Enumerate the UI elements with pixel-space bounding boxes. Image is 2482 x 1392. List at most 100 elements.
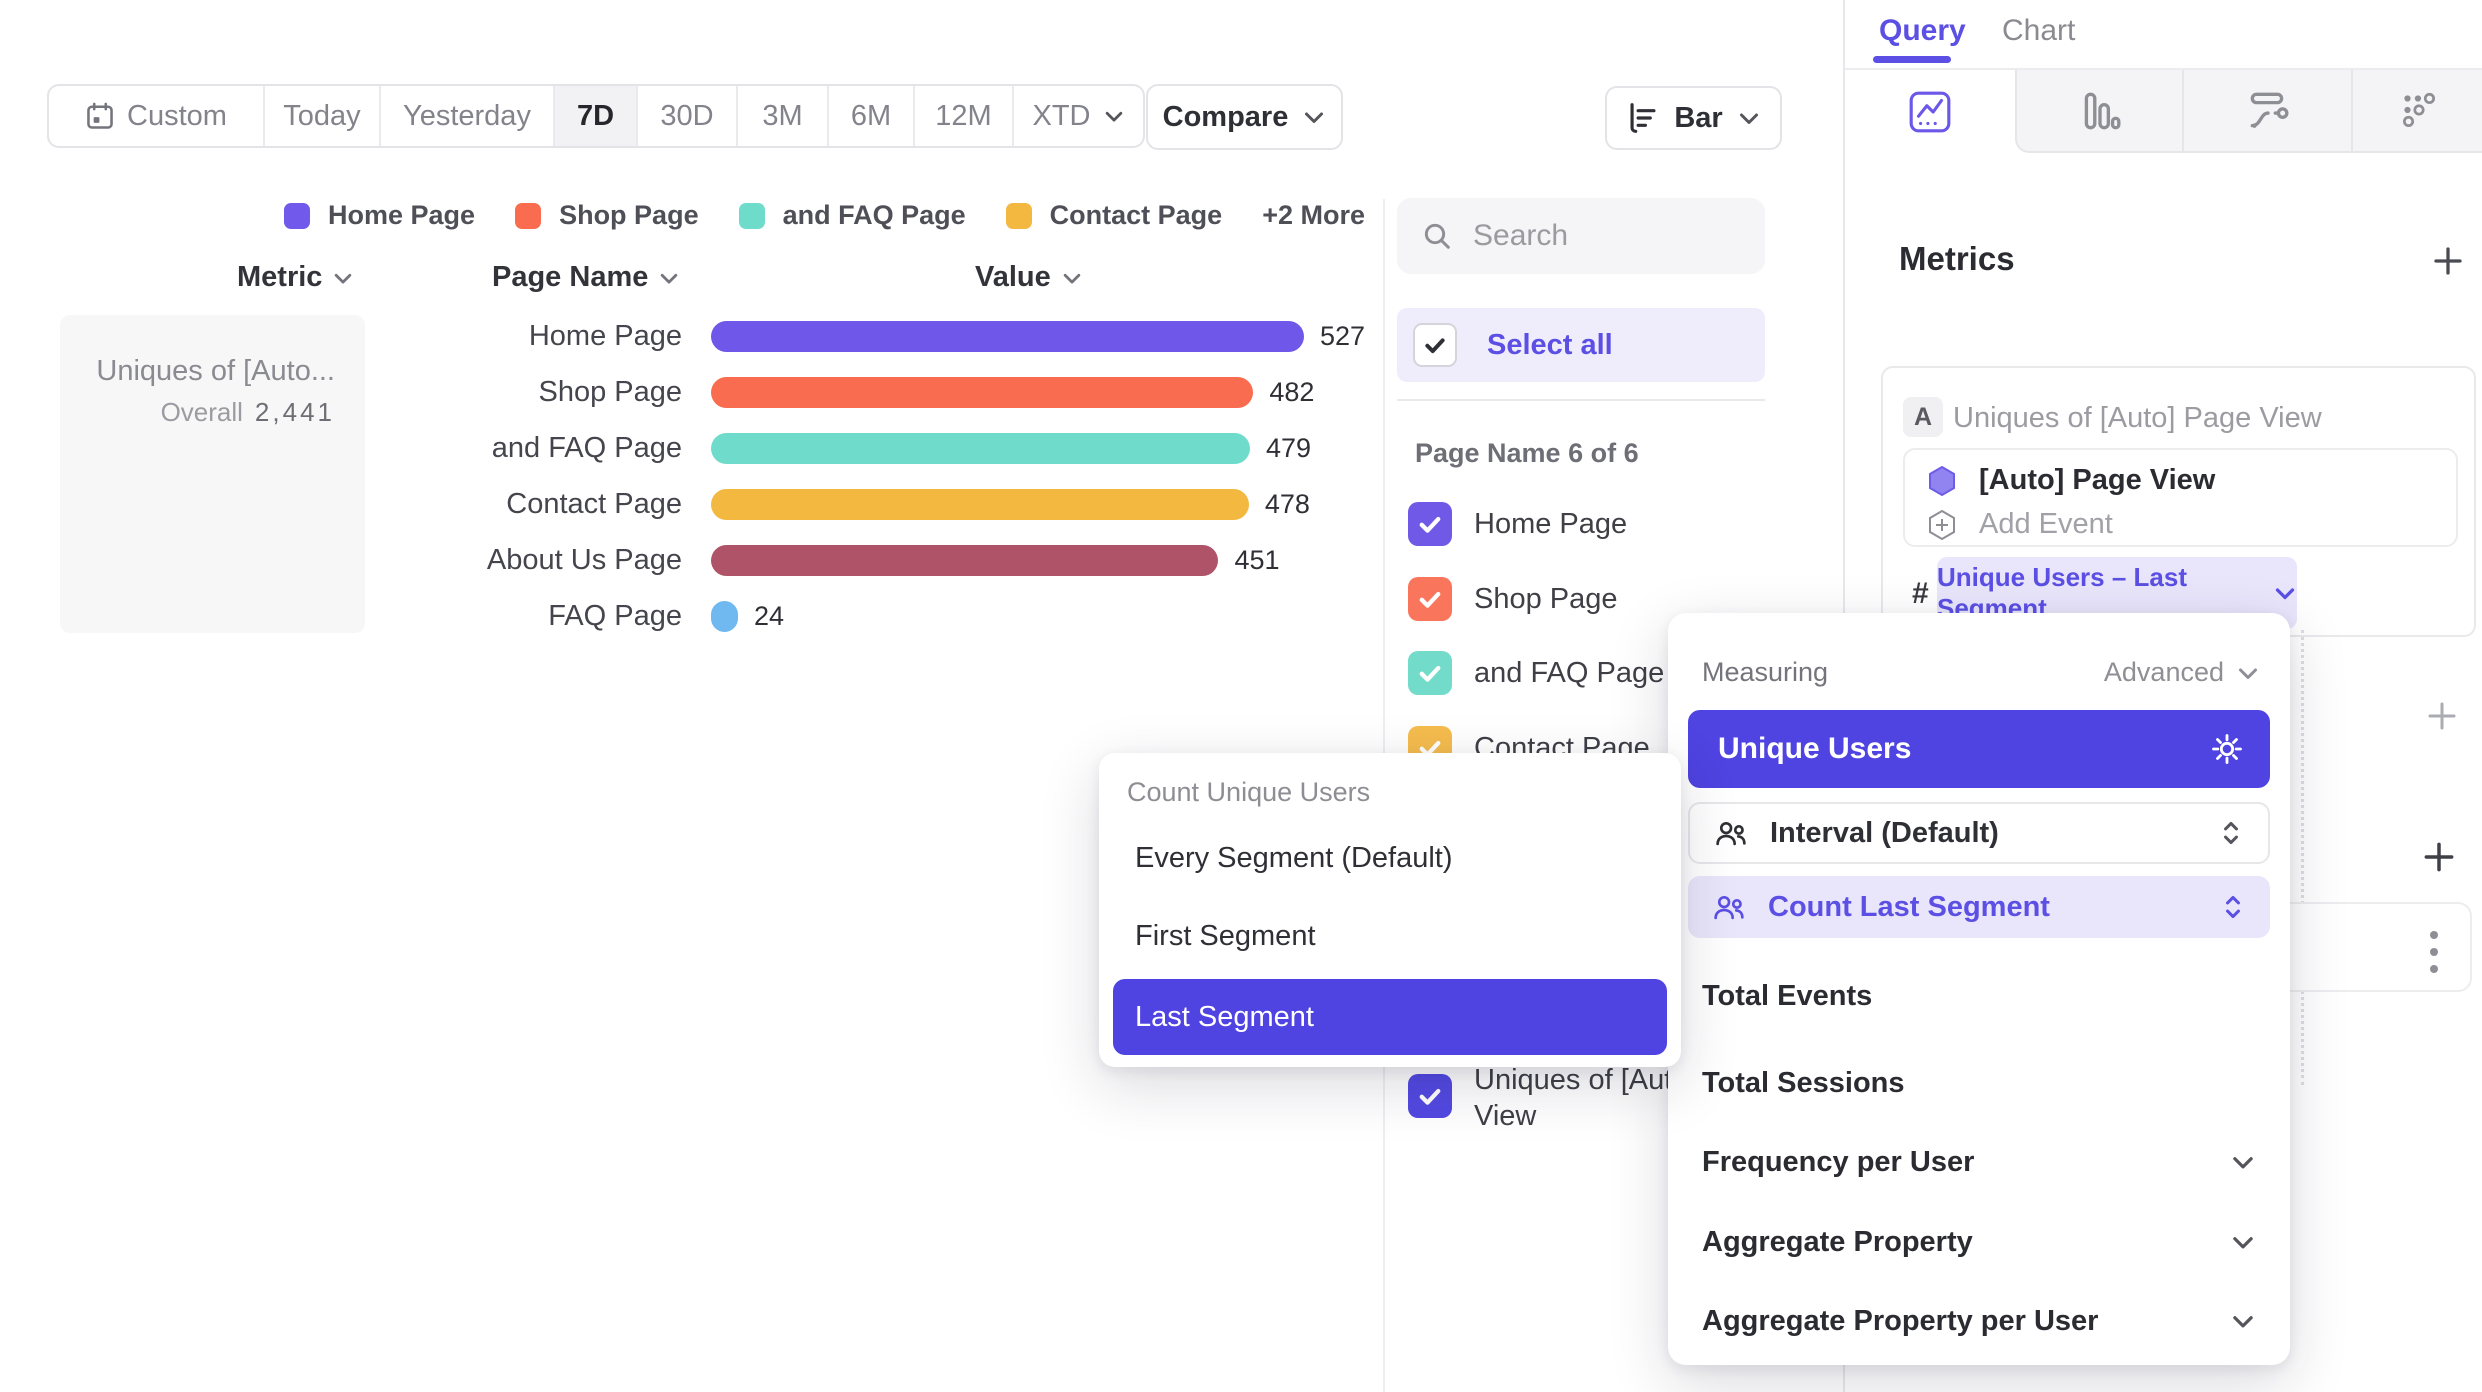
legend-swatch (284, 203, 310, 229)
drop-zone-border (2301, 630, 2304, 1085)
metrics-section-header: Metrics (1899, 240, 2015, 278)
date-range-7d[interactable]: 7D (555, 86, 638, 146)
gear-icon[interactable] (2210, 732, 2244, 766)
filter-group-label: Page Name 6 of 6 (1415, 438, 1639, 469)
metric-overall: Overall2,441 (80, 397, 335, 428)
checkbox-checked[interactable] (1408, 577, 1452, 621)
measure-option-total-events[interactable]: Total Events (1702, 967, 2256, 1025)
chevron-down-icon (1061, 267, 1083, 289)
interval-default-row[interactable]: Interval (Default) (1688, 802, 2270, 864)
date-range-custom[interactable]: Custom (49, 86, 265, 146)
date-range-today[interactable]: Today (265, 86, 381, 146)
column-header-page-name[interactable]: Page Name (492, 261, 680, 294)
active-tab-underline (1873, 56, 1951, 63)
select-all-row[interactable]: Select all (1397, 308, 1765, 382)
add-filter-button[interactable] (2424, 698, 2460, 734)
search-input[interactable] (1473, 219, 1741, 253)
chevron-down-icon (2230, 1149, 2256, 1175)
bar-value: 479 (1266, 433, 1311, 464)
bar-label: Contact Page (332, 488, 682, 521)
stepper-icon[interactable] (2218, 818, 2244, 848)
chart-row: Contact Page 478 (332, 489, 1310, 520)
analytics-app: Custom Today Yesterday 7D 30D 3M 6M 12M … (0, 0, 2482, 1392)
measure-option-aggregate-property[interactable]: Aggregate Property (1702, 1213, 2256, 1271)
date-range-3m[interactable]: 3M (738, 86, 829, 146)
chevron-down-icon (1737, 106, 1761, 130)
event-row[interactable]: [Auto] Page View (1927, 464, 2215, 497)
measure-option-frequency-per-user[interactable]: Frequency per User (1702, 1133, 2256, 1191)
chart-row: and FAQ Page 479 (332, 433, 1311, 464)
tab-query[interactable]: Query (1879, 14, 1966, 48)
bar[interactable] (711, 377, 1253, 408)
stepper-icon[interactable] (2220, 892, 2246, 922)
insights-chart-icon (1907, 89, 1953, 135)
bar-value: 478 (1265, 489, 1310, 520)
checkbox-checked[interactable] (1408, 1074, 1452, 1118)
event-card: [Auto] Page View Add Event (1903, 448, 2458, 547)
count-last-segment-row[interactable]: Count Last Segment (1688, 876, 2270, 938)
date-range-group: Custom Today Yesterday 7D 30D 3M 6M 12M … (47, 84, 1145, 148)
menu-option-last-segment[interactable]: Last Segment (1113, 979, 1667, 1055)
filter-item-shop-page[interactable]: Shop Page (1408, 577, 1618, 621)
add-event-row[interactable]: Add Event (1927, 508, 2113, 541)
select-all-checkbox[interactable] (1413, 323, 1457, 367)
date-range-6m[interactable]: 6M (829, 86, 915, 146)
bar[interactable] (711, 489, 1249, 520)
add-metric-button[interactable] (2430, 243, 2466, 279)
advanced-toggle[interactable]: Advanced (2104, 657, 2260, 688)
bar[interactable] (711, 545, 1218, 576)
chevron-down-icon (2236, 661, 2260, 685)
measure-option-total-sessions[interactable]: Total Sessions (1702, 1054, 2256, 1112)
tab-chart[interactable]: Chart (2002, 14, 2075, 48)
add-breakdown-button[interactable] (2420, 838, 2458, 876)
column-header-metric[interactable]: Metric (237, 261, 354, 294)
bar-value: 451 (1234, 545, 1279, 576)
checkbox-checked[interactable] (1408, 502, 1452, 546)
date-range-xtd[interactable]: XTD (1014, 86, 1143, 146)
legend-item[interactable]: Contact Page (1006, 200, 1223, 231)
search-box (1397, 198, 1765, 274)
legend-more[interactable]: +2 More (1262, 200, 1365, 231)
funnels-chart-icon (2077, 88, 2123, 134)
compare-button[interactable]: Compare (1146, 84, 1343, 150)
legend-item[interactable]: Shop Page (515, 200, 699, 231)
chart-type-tab-funnels[interactable] (2015, 70, 2182, 153)
metric-definition-card[interactable]: A Uniques of [Auto] Page View [Auto] Pag… (1881, 366, 2476, 637)
bar[interactable] (711, 601, 738, 632)
chart-row: FAQ Page 24 (332, 601, 784, 632)
filter-item-and-faq-page[interactable]: and FAQ Page (1408, 651, 1664, 695)
date-range-30d[interactable]: 30D (638, 86, 738, 146)
bar-label: Home Page (332, 320, 682, 353)
legend-item[interactable]: and FAQ Page (739, 200, 966, 231)
metric-summary-card[interactable]: Uniques of [Auto... Overall2,441 (60, 315, 365, 633)
chart-type-selector-button[interactable]: Bar (1605, 86, 1782, 150)
chevron-down-icon (2273, 581, 2297, 605)
filter-item-uniques[interactable]: Uniques of [Auto] Page View (1408, 1062, 1692, 1134)
bar-label: Shop Page (332, 376, 682, 409)
measuring-menu: Measuring Advanced Unique Users Interval… (1668, 613, 2290, 1365)
chart-type-tab-retention[interactable] (2351, 70, 2482, 153)
chevron-down-icon (1302, 105, 1326, 129)
legend-swatch (739, 203, 765, 229)
date-range-yesterday[interactable]: Yesterday (381, 86, 555, 146)
legend-swatch (515, 203, 541, 229)
calendar-icon (85, 101, 115, 131)
event-hexagon-icon (1927, 465, 1957, 497)
column-header-value[interactable]: Value (975, 261, 1083, 294)
retention-chart-icon (2396, 88, 2442, 134)
legend-item[interactable]: Home Page (284, 200, 475, 231)
menu-option-every-segment[interactable]: Every Segment (Default) (1113, 819, 1667, 897)
bar-value: 24 (754, 601, 784, 632)
kebab-menu-icon[interactable] (2426, 927, 2442, 977)
measure-option-aggregate-property-per-user[interactable]: Aggregate Property per User (1702, 1292, 2256, 1350)
bar[interactable] (711, 433, 1250, 464)
date-range-12m[interactable]: 12M (915, 86, 1014, 146)
menu-option-first-segment[interactable]: First Segment (1113, 897, 1667, 975)
chart-type-tab-insights[interactable] (1845, 70, 2015, 153)
filter-item-home-page[interactable]: Home Page (1408, 502, 1627, 546)
bar[interactable] (711, 321, 1304, 352)
chart-type-tab-flows[interactable] (2182, 70, 2351, 153)
checkbox-checked[interactable] (1408, 651, 1452, 695)
measure-option-unique-users[interactable]: Unique Users (1688, 710, 2270, 788)
operator-hash: # (1912, 577, 1929, 611)
